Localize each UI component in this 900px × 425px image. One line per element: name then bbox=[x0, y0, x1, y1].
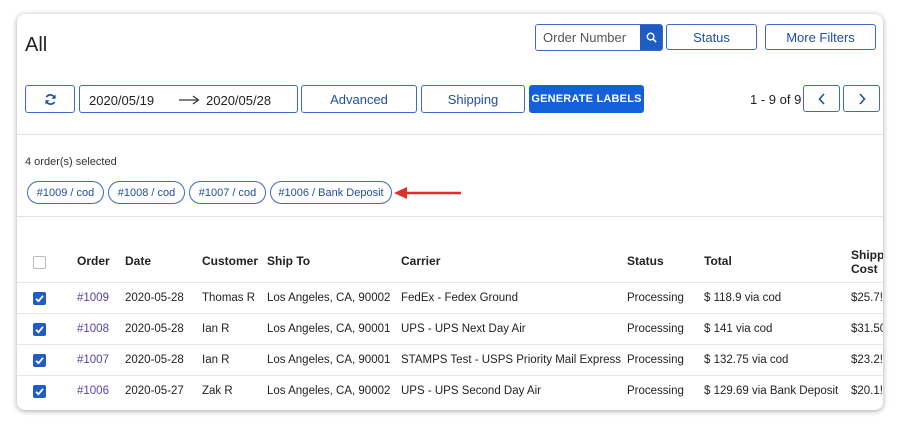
carrier: FedEx - Fedex Ground bbox=[401, 292, 518, 304]
divider bbox=[17, 216, 883, 217]
checkmark-icon bbox=[35, 295, 44, 303]
next-page-button[interactable] bbox=[843, 85, 880, 112]
generate-labels-button[interactable]: GENERATE LABELS bbox=[529, 85, 644, 113]
carrier: UPS - UPS Next Day Air bbox=[401, 323, 526, 335]
selected-order-chip[interactable]: #1009 / cod bbox=[27, 181, 104, 204]
column-header-total[interactable]: Total bbox=[704, 254, 732, 268]
order-date: 2020-05-28 bbox=[125, 292, 184, 304]
shipping-cost: $25.7! bbox=[851, 292, 883, 304]
more-filters-button[interactable]: More Filters bbox=[765, 24, 876, 50]
date-range-picker[interactable]: 2020/05/19 2020/05/28 bbox=[79, 85, 298, 113]
chevron-left-icon bbox=[817, 92, 825, 105]
column-header-order[interactable]: Order bbox=[77, 254, 110, 268]
row-divider bbox=[17, 375, 883, 376]
date-from: 2020/05/19 bbox=[89, 93, 155, 108]
shipping-cost: $23.2! bbox=[851, 354, 883, 366]
column-header-customer[interactable]: Customer bbox=[202, 254, 258, 268]
selected-order-chip[interactable]: #1008 / cod bbox=[108, 181, 185, 204]
row-divider bbox=[17, 313, 883, 314]
refresh-icon bbox=[44, 93, 56, 105]
prev-page-button[interactable] bbox=[803, 85, 840, 112]
status: Processing bbox=[627, 323, 684, 335]
orders-panel: All Status More Filters 2020/05/19 2020/… bbox=[17, 14, 883, 410]
order-link[interactable]: #1009 bbox=[77, 292, 109, 304]
status: Processing bbox=[627, 385, 684, 397]
search-icon bbox=[646, 32, 657, 43]
selected-order-chip[interactable]: #1006 / Bank Deposit bbox=[270, 181, 392, 204]
order-link[interactable]: #1007 bbox=[77, 354, 109, 366]
order-link[interactable]: #1008 bbox=[77, 323, 109, 335]
column-header-shipping-cost[interactable]: Shippi Cost bbox=[851, 248, 883, 276]
order-number-input[interactable] bbox=[536, 25, 640, 50]
carrier: UPS - UPS Second Day Air bbox=[401, 385, 541, 397]
total: $ 141 via cod bbox=[704, 323, 773, 335]
customer-name: Thomas R bbox=[202, 292, 256, 304]
divider bbox=[17, 134, 883, 135]
column-header-carrier[interactable]: Carrier bbox=[401, 254, 440, 268]
column-header-shipping-cost-line2: Cost bbox=[851, 262, 878, 276]
customer-name: Ian R bbox=[202, 323, 230, 335]
customer-name: Ian R bbox=[202, 354, 230, 366]
row-divider bbox=[17, 282, 883, 283]
total: $ 129.69 via Bank Deposit bbox=[704, 385, 839, 397]
order-date: 2020-05-28 bbox=[125, 323, 184, 335]
row-checkbox[interactable] bbox=[33, 354, 46, 367]
row-checkbox[interactable] bbox=[33, 323, 46, 336]
total: $ 132.75 via cod bbox=[704, 354, 789, 366]
pagination-summary: 1 - 9 of 9 bbox=[750, 92, 802, 107]
ship-to: Los Angeles, CA, 90001 bbox=[267, 354, 391, 366]
shipping-cost: $20.1! bbox=[851, 385, 883, 397]
column-header-shipping-cost-line1: Shippi bbox=[851, 248, 883, 262]
status-filter-button[interactable]: Status bbox=[666, 24, 757, 50]
order-search bbox=[535, 24, 663, 51]
advanced-button[interactable]: Advanced bbox=[301, 85, 417, 113]
column-header-status[interactable]: Status bbox=[627, 254, 664, 268]
ship-to: Los Angeles, CA, 90002 bbox=[267, 385, 391, 397]
total: $ 118.9 via cod bbox=[704, 292, 782, 304]
customer-name: Zak R bbox=[202, 385, 233, 397]
column-header-date[interactable]: Date bbox=[125, 254, 151, 268]
checkmark-icon bbox=[35, 357, 44, 365]
ship-to: Los Angeles, CA, 90001 bbox=[267, 323, 391, 335]
shipping-button[interactable]: Shipping bbox=[421, 85, 525, 113]
status: Processing bbox=[627, 292, 684, 304]
row-checkbox[interactable] bbox=[33, 292, 46, 305]
order-link[interactable]: #1006 bbox=[77, 385, 109, 397]
order-date: 2020-05-27 bbox=[125, 385, 184, 397]
refresh-button[interactable] bbox=[25, 85, 75, 113]
date-to: 2020/05/28 bbox=[206, 93, 272, 108]
annotation-arrow-icon bbox=[394, 187, 461, 199]
carrier: STAMPS Test - USPS Priority Mail Express bbox=[401, 354, 622, 366]
column-header-ship-to[interactable]: Ship To bbox=[267, 254, 310, 268]
order-date: 2020-05-28 bbox=[125, 354, 184, 366]
chevron-right-icon bbox=[858, 92, 866, 105]
select-all-checkbox[interactable] bbox=[33, 256, 46, 269]
status: Processing bbox=[627, 354, 684, 366]
row-checkbox[interactable] bbox=[33, 385, 46, 398]
page-title: All bbox=[25, 34, 48, 56]
search-button[interactable] bbox=[640, 25, 662, 50]
selected-order-chip[interactable]: #1007 / cod bbox=[189, 181, 266, 204]
row-divider bbox=[17, 344, 883, 345]
checkmark-icon bbox=[35, 388, 44, 396]
arrow-right-icon bbox=[179, 95, 200, 105]
ship-to: Los Angeles, CA, 90002 bbox=[267, 292, 391, 304]
selected-count: 4 order(s) selected bbox=[25, 156, 117, 168]
shipping-cost: $31.50 bbox=[851, 323, 883, 335]
checkmark-icon bbox=[35, 326, 44, 334]
